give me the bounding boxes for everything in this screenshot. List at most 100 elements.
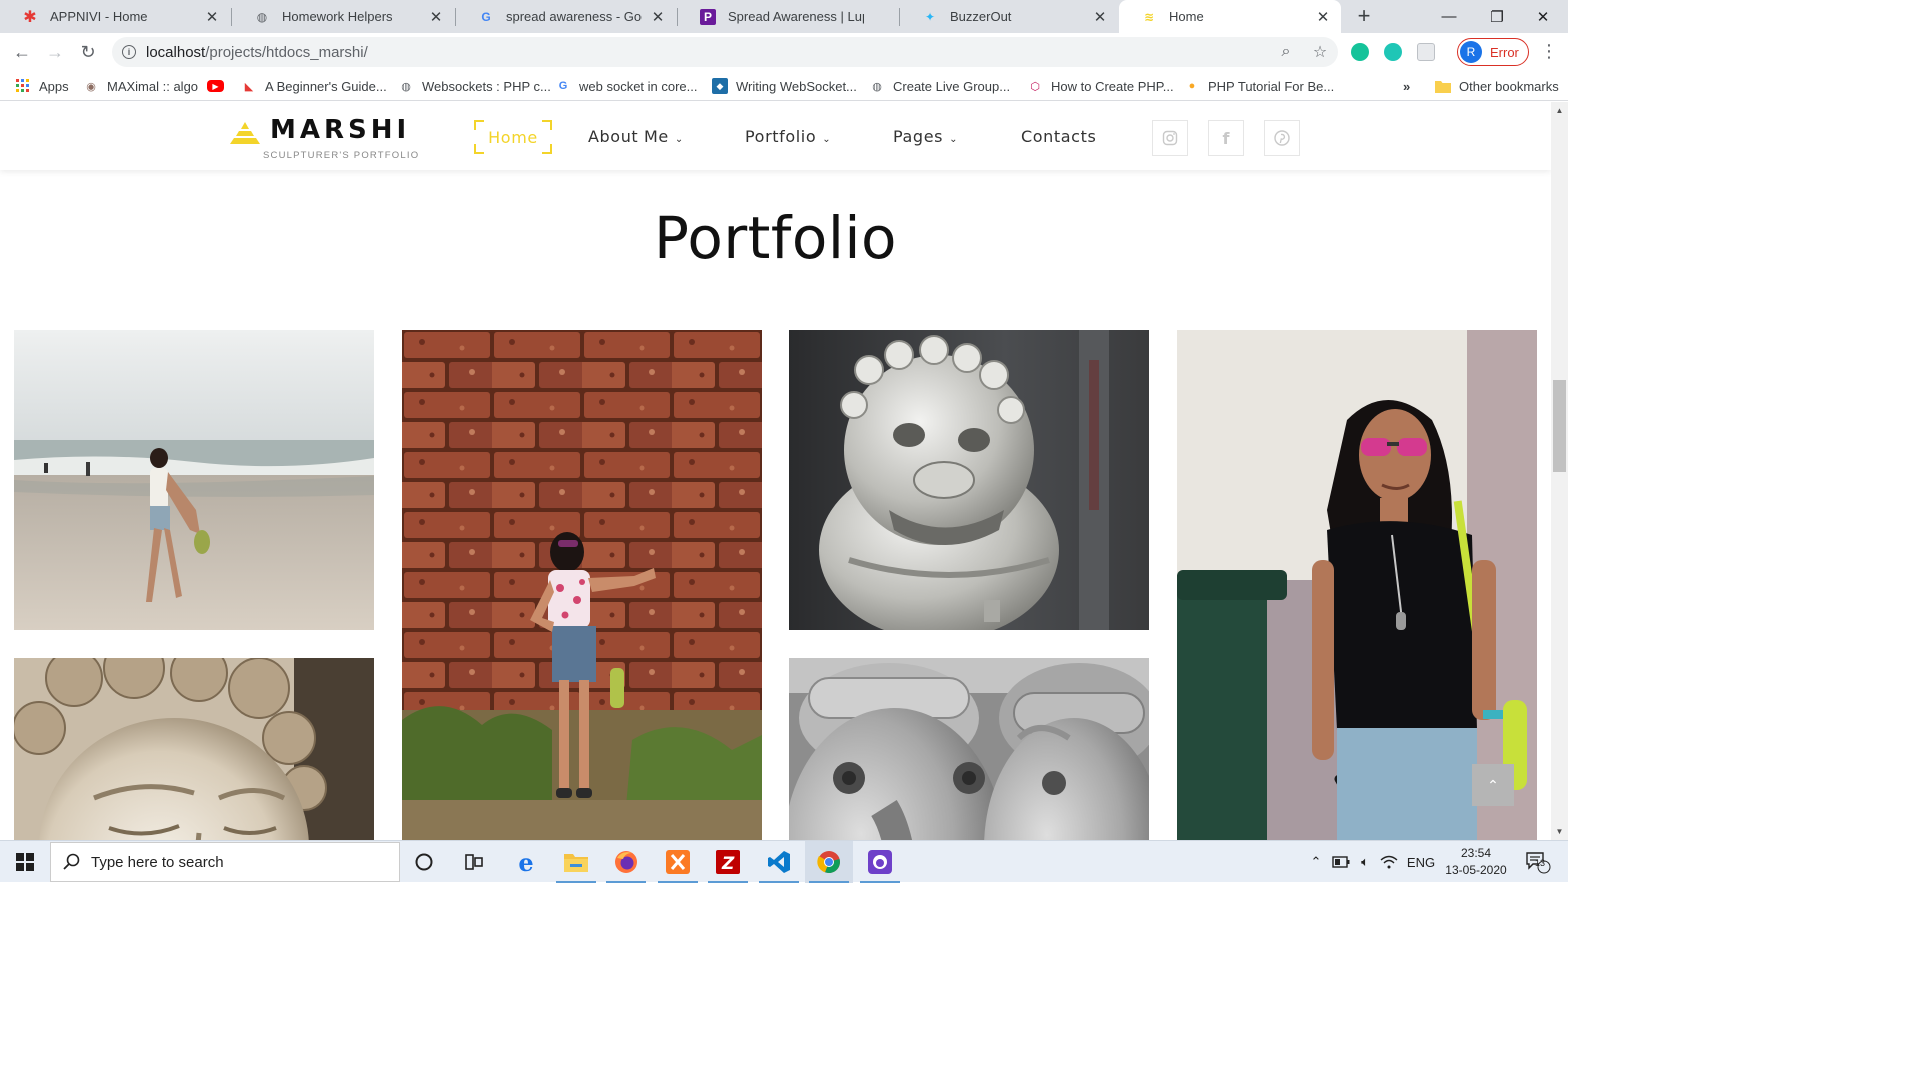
nav-contacts[interactable]: Contacts bbox=[1021, 127, 1096, 146]
bookmark-label: A Beginner's Guide... bbox=[265, 78, 387, 94]
back-to-top-button[interactable]: ⌃ bbox=[1472, 764, 1514, 806]
edge-icon[interactable]: e bbox=[502, 841, 550, 883]
nav-label: About Me bbox=[588, 127, 669, 146]
close-icon[interactable]: ✕ bbox=[650, 8, 666, 26]
tab-lupus[interactable]: P Spread Awareness | Lupus Fo ✕ bbox=[678, 0, 898, 33]
scroll-down-arrow-icon[interactable]: ▼ bbox=[1551, 823, 1568, 840]
chrome-icon[interactable] bbox=[805, 841, 853, 883]
cortana-icon[interactable] bbox=[400, 841, 448, 883]
nav-about-me[interactable]: About Me ⌄ bbox=[588, 127, 684, 146]
tray-expand-icon[interactable]: ⌃ bbox=[1306, 841, 1326, 883]
profile-button[interactable]: R Error bbox=[1457, 38, 1529, 66]
bookmark-create-php[interactable]: ⬡ How to Create PHP... bbox=[1027, 76, 1173, 96]
bookmark-beginners-guide[interactable]: ◣ A Beginner's Guide... bbox=[241, 76, 387, 96]
other-bookmarks-folder[interactable]: Other bookmarks bbox=[1435, 76, 1559, 96]
start-button[interactable] bbox=[0, 841, 50, 883]
new-tab-button[interactable]: + bbox=[1352, 3, 1376, 28]
close-icon[interactable]: ✕ bbox=[204, 8, 220, 26]
close-icon[interactable]: ✕ bbox=[1315, 8, 1331, 26]
chevron-down-icon: ⌄ bbox=[674, 134, 684, 145]
nav-pages[interactable]: Pages ⌄ bbox=[893, 127, 958, 146]
logo-name: MARSHI bbox=[270, 115, 411, 145]
portfolio-item-lion-statue[interactable] bbox=[789, 330, 1149, 630]
portfolio-item-brick-wall[interactable] bbox=[402, 330, 762, 840]
battery-icon[interactable] bbox=[1330, 841, 1352, 883]
tab-homework-helpers[interactable]: ◍ Homework Helpers ✕ bbox=[232, 0, 454, 33]
zoom-icon[interactable]: ⌕ bbox=[1274, 40, 1298, 64]
file-explorer-icon[interactable] bbox=[552, 841, 600, 883]
brick-wall-photo bbox=[402, 330, 762, 840]
vscode-icon[interactable] bbox=[755, 841, 803, 883]
portfolio-item-marble-head[interactable] bbox=[14, 658, 374, 840]
page-scrollbar[interactable]: ▲ ▼ bbox=[1551, 102, 1568, 840]
portfolio-item-beach[interactable] bbox=[14, 330, 374, 630]
firefox-icon[interactable] bbox=[602, 841, 650, 883]
tab-buzzerout[interactable]: ✦ BuzzerOut ✕ bbox=[900, 0, 1118, 33]
nav-portfolio[interactable]: Portfolio ⌄ bbox=[745, 127, 831, 146]
teal-extension-icon[interactable] bbox=[1384, 43, 1402, 61]
task-view-icon[interactable] bbox=[450, 841, 498, 883]
info-icon[interactable]: i bbox=[122, 45, 136, 59]
bookmark-label: Writing WebSocket... bbox=[736, 78, 857, 94]
google-icon: G bbox=[558, 80, 568, 92]
language-indicator[interactable]: ENG bbox=[1404, 841, 1438, 883]
tab-title: Home bbox=[1169, 9, 1204, 24]
tab-title: Homework Helpers bbox=[282, 9, 393, 24]
corner-bracket bbox=[474, 144, 484, 154]
globe-icon: ◍ bbox=[401, 80, 411, 93]
scroll-up-arrow-icon[interactable]: ▲ bbox=[1551, 102, 1568, 119]
more-bookmarks-button[interactable]: » bbox=[1403, 76, 1410, 96]
volume-icon[interactable]: 🔈︎ bbox=[1354, 841, 1376, 883]
pocket-extension-icon[interactable] bbox=[1417, 43, 1435, 61]
tab-appnivi[interactable]: ✱ APPNIVI - Home ✕ bbox=[0, 0, 230, 33]
search-icon bbox=[63, 853, 80, 870]
scrollbar-thumb[interactable] bbox=[1553, 380, 1566, 472]
portfolio-heading: Portfolio bbox=[653, 204, 898, 272]
nav-home[interactable]: Home bbox=[474, 120, 552, 154]
close-icon[interactable]: ✕ bbox=[1092, 8, 1108, 26]
menu-icon[interactable]: ⋮ bbox=[1540, 41, 1558, 62]
address-bar[interactable]: i localhost/projects/htdocs_marshi/ ⌕ ☆ bbox=[112, 37, 1338, 67]
bookmark-star-icon[interactable]: ☆ bbox=[1308, 40, 1332, 64]
facebook-icon[interactable]: f bbox=[1208, 120, 1244, 156]
grammarly-extension-icon[interactable] bbox=[1351, 43, 1369, 61]
bookmark-php-tutorial[interactable]: ● PHP Tutorial For Be... bbox=[1184, 76, 1335, 96]
pinterest-icon[interactable] bbox=[1264, 120, 1300, 156]
search-placeholder: Type here to search bbox=[91, 853, 224, 871]
corner-bracket bbox=[542, 144, 552, 154]
portfolio-item-elephant-statue[interactable] bbox=[789, 658, 1149, 840]
clock[interactable]: 23:54 13-05-2020 bbox=[1440, 845, 1512, 879]
bookmark-writing-websocket[interactable]: ◆ Writing WebSocket... bbox=[712, 76, 857, 96]
bookmark-youtube[interactable]: ▶ bbox=[207, 76, 232, 96]
bookmark-apps[interactable]: Apps bbox=[15, 76, 69, 96]
instagram-icon[interactable] bbox=[1152, 120, 1188, 156]
youtube-icon: ▶ bbox=[207, 80, 224, 92]
taskbar-search-box[interactable]: Type here to search bbox=[50, 842, 400, 882]
logo-tagline: SCULPTURER'S PORTFOLIO bbox=[263, 150, 420, 161]
window-close-button[interactable]: ✕ bbox=[1520, 0, 1566, 33]
back-button[interactable]: ← bbox=[9, 39, 35, 65]
profile-status: Error bbox=[1490, 44, 1519, 60]
wifi-icon[interactable] bbox=[1378, 841, 1400, 883]
lion-statue-photo bbox=[789, 330, 1149, 630]
bookmark-web-socket-core[interactable]: Gweb socket in core... bbox=[555, 76, 698, 96]
site-logo[interactable]: MARSHI SCULPTURER'S PORTFOLIO bbox=[230, 112, 418, 162]
nav-label: Portfolio bbox=[745, 127, 817, 146]
bookmark-create-live-group[interactable]: ◍ Create Live Group... bbox=[869, 76, 1010, 96]
tab-home[interactable]: ≋ Home ✕ bbox=[1119, 0, 1341, 33]
nav-label: Pages bbox=[893, 127, 944, 146]
filezilla-icon[interactable]: Z bbox=[704, 841, 752, 883]
tab-google-search[interactable]: G spread awareness - Google S ✕ bbox=[456, 0, 676, 33]
owl-icon: ◉ bbox=[86, 80, 96, 93]
minimize-button[interactable]: — bbox=[1426, 0, 1472, 33]
reload-button[interactable]: ↻ bbox=[75, 39, 101, 65]
forward-button[interactable]: → bbox=[42, 39, 68, 65]
close-icon[interactable]: ✕ bbox=[428, 8, 444, 26]
bookmark-websockets-php[interactable]: ◍ Websockets : PHP c... bbox=[398, 76, 551, 96]
restore-button[interactable]: ❐ bbox=[1474, 0, 1520, 33]
xampp-icon[interactable] bbox=[654, 841, 702, 883]
notification-center-icon[interactable]: 13 bbox=[1520, 841, 1556, 883]
red-triangle-icon: ◣ bbox=[244, 80, 254, 93]
bookmark-maximal[interactable]: ◉ MAXimal :: algo bbox=[83, 76, 198, 96]
github-desktop-icon[interactable] bbox=[856, 841, 904, 883]
